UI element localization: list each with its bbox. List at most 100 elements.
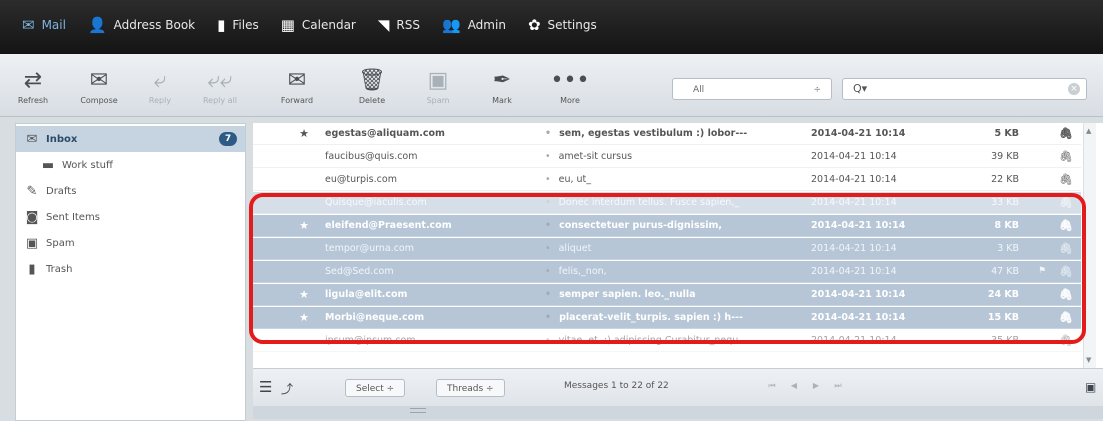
star-icon[interactable]: ★ (297, 123, 311, 144)
threads-menu[interactable]: Threads ÷ (436, 379, 505, 397)
subject: • aliquet (545, 238, 795, 259)
star-icon[interactable]: ★ (297, 215, 311, 236)
folder-spam[interactable]: ▣ Spam (16, 230, 245, 256)
message-row[interactable]: ★ eleifend@Praesent.com • consectetuer puru… (253, 215, 1081, 237)
compose-icon: ✉ (89, 68, 109, 93)
star-icon[interactable] (297, 169, 311, 190)
nav-mail[interactable]: ✉ Mail (22, 16, 66, 34)
envelope-icon: ✉ (22, 16, 35, 34)
next-page-icon[interactable]: ▶ (809, 379, 823, 393)
date: 2014-04-21 10:14 (811, 243, 897, 254)
message-row[interactable]: Sed@Sed.com • felis,_non, 2014-04-21 10:14 4… (253, 261, 1081, 283)
flag-icon[interactable]: ⚑ (1035, 261, 1049, 282)
spam-icon: ▣ (25, 235, 39, 251)
preview-toggle-icon[interactable]: ▣ (1085, 380, 1096, 394)
message-row[interactable]: ipsum@ipsum.com • vitae, et, :) adipiscing… (253, 330, 1081, 352)
thread-dot-icon: • (545, 174, 551, 185)
nav-label: Mail (41, 18, 66, 32)
more-button[interactable]: ••• More (548, 54, 592, 116)
nav-label: RSS (396, 18, 420, 32)
search-input[interactable]: Q▾ × (842, 78, 1087, 100)
flag-icon[interactable] (1035, 238, 1049, 259)
folder-sent-items[interactable]: ◙ Sent Items (16, 204, 245, 230)
flag-icon[interactable] (1035, 307, 1049, 328)
date: 2014-04-21 10:14 (811, 197, 897, 208)
folder-trash[interactable]: ▮ Trash (16, 256, 245, 282)
spam-button[interactable]: ▣ Spam (416, 54, 460, 116)
pencil-icon: ✎ (26, 183, 38, 199)
forward-button[interactable]: ✉ Forward (272, 54, 322, 116)
message-row[interactable]: ★ Morbi@neque.com • placerat-velit_turpis. … (253, 307, 1081, 329)
flag-icon[interactable] (1035, 169, 1049, 190)
resize-handle-icon[interactable] (410, 408, 426, 413)
folder-label: Inbox (46, 133, 78, 145)
list-options-icon[interactable]: ☰ (259, 378, 272, 396)
refresh-button[interactable]: ⇄ Refresh (10, 54, 56, 116)
top-navigation-bar: ✉ Mail 👤 Address Book ▮ Files ▦ Calendar ◥ RSS 👥 Ad… (0, 0, 1103, 54)
admin-icon: 👥 (442, 16, 461, 34)
flag-icon[interactable] (1035, 123, 1049, 144)
filter-select[interactable]: All ÷ (672, 78, 832, 100)
scroll-down-icon[interactable]: ▼ (1086, 356, 1091, 364)
subject-text: semper sapien. leo._nulla (559, 289, 696, 300)
nav-settings[interactable]: ✿ Settings (528, 18, 597, 33)
threads-toggle-icon[interactable]: ⤴ (281, 380, 293, 397)
search-icon[interactable]: Q▾ (853, 82, 867, 95)
flag-icon[interactable] (1035, 330, 1049, 351)
message-row[interactable]: eu@turpis.com • eu, ut_ 2014-04-21 10:14 22 … (253, 169, 1081, 191)
star-icon[interactable] (297, 146, 311, 167)
message-row[interactable]: ★ egestas@aliquam.com • sem, egestas vestib… (253, 123, 1081, 145)
folder-label: Work stuff (62, 159, 113, 171)
folder-label: Sent Items (46, 211, 100, 223)
nav-label: Admin (467, 18, 506, 32)
flag-icon[interactable] (1035, 146, 1049, 167)
thread-dot-icon: • (545, 266, 551, 277)
nav-address-book[interactable]: 👤 Address Book (88, 18, 195, 33)
message-row[interactable]: faucibus@quis.com • amet-sit cursus 2014-04… (253, 146, 1081, 168)
date: 2014-04-21 10:14 (811, 289, 906, 300)
thread-dot-icon: • (545, 243, 551, 254)
flag-icon[interactable] (1035, 215, 1049, 236)
flag-icon[interactable] (1035, 284, 1049, 305)
folder-drafts[interactable]: ✎ Drafts (16, 178, 245, 204)
compose-button[interactable]: ✉ Compose (74, 54, 124, 116)
reply-button[interactable]: ⤶ Reply (140, 54, 180, 116)
delete-button[interactable]: 🗑 Delete (350, 54, 394, 116)
sender: ipsum@ipsum.com (325, 335, 416, 346)
nav-files[interactable]: ▮ Files (217, 18, 259, 33)
star-icon[interactable] (297, 261, 311, 282)
folder-work-stuff[interactable]: ▬ Work stuff (16, 152, 245, 178)
nav-calendar[interactable]: ▦ Calendar (281, 18, 356, 33)
sender: eleifend@Praesent.com (325, 220, 452, 231)
spam-icon: ▣ (427, 68, 449, 93)
message-row[interactable]: tempor@urna.com • aliquet 2014-04-21 10:14 3… (253, 238, 1081, 260)
flag-icon[interactable] (1035, 192, 1049, 213)
previous-page-icon[interactable]: ◀ (787, 379, 801, 393)
scroll-up-icon[interactable]: ▲ (1086, 127, 1091, 135)
last-page-icon[interactable]: ⏭ (831, 379, 845, 393)
sender: Quisque@iaculis.com (325, 197, 427, 208)
mark-button[interactable]: ✒ Mark (478, 54, 526, 116)
clear-search-icon[interactable]: × (1068, 83, 1080, 95)
select-menu[interactable]: Select ÷ (345, 379, 406, 397)
subject: • sem, egestas vestibulum :) lobor--- (545, 123, 795, 144)
first-page-icon[interactable]: ⏮ (765, 379, 779, 393)
star-icon[interactable] (297, 238, 311, 259)
more-icon: ••• (550, 68, 590, 93)
date: 2014-04-21 10:14 (811, 220, 906, 231)
folder-inbox[interactable]: ✉ Inbox 7 (16, 126, 245, 152)
star-icon[interactable] (297, 192, 311, 213)
star-icon[interactable]: ★ (297, 307, 311, 328)
preview-pane-divider[interactable] (253, 406, 1103, 419)
nav-admin[interactable]: 👥 Admin (442, 16, 506, 34)
message-row[interactable]: ★ ligula@elit.com • semper sapien. leo._nul… (253, 284, 1081, 306)
star-icon[interactable]: ★ (297, 284, 311, 305)
subject: • felis,_non, (545, 261, 795, 282)
subject-text: Donec interdum tellus. Fusce sapien,_ (558, 197, 740, 208)
nav-rss[interactable]: ◥ RSS (378, 18, 420, 33)
star-icon[interactable] (297, 330, 311, 351)
date: 2014-04-21 10:14 (811, 312, 906, 323)
message-list-scrollbar[interactable]: ▲ ▼ (1083, 123, 1096, 368)
reply-all-button[interactable]: ⤶⤶ Reply all (192, 54, 248, 116)
message-row[interactable]: Quisque@iaculis.com • Donec interdum tellu… (253, 192, 1081, 214)
